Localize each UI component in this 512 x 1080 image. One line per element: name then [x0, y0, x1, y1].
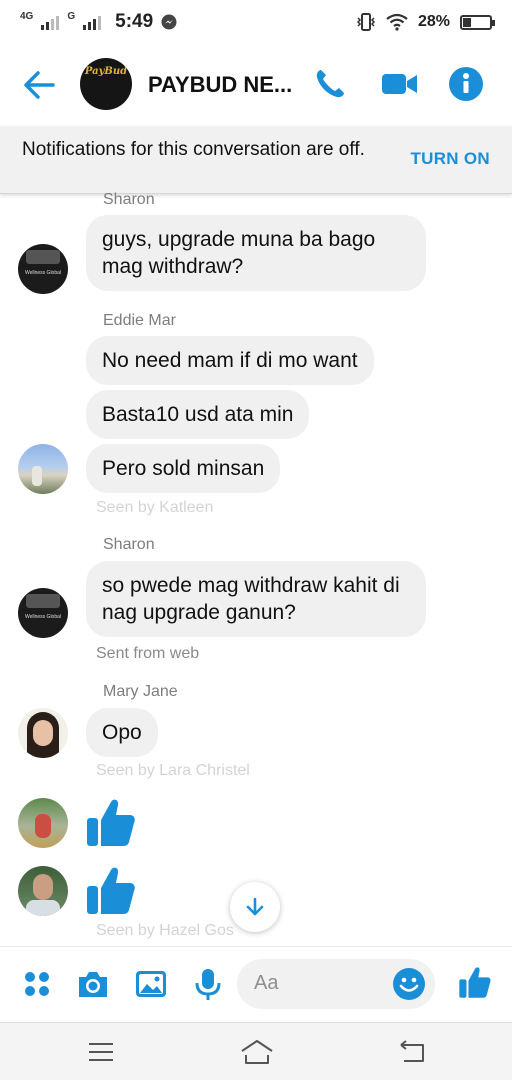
thumbs-up-icon[interactable]: [86, 796, 136, 848]
message-bubble[interactable]: No need mam if di mo want: [86, 336, 374, 385]
thumbs-up-icon[interactable]: [458, 965, 492, 999]
message-bubble[interactable]: so pwede mag withdraw kahit di nag upgra…: [86, 561, 426, 637]
back-arrow-icon[interactable]: [22, 68, 56, 102]
seen-indicator: Seen by Lara Christel: [96, 762, 250, 779]
notifications-off-banner: Notifications for this conversation are …: [0, 126, 512, 194]
camera-icon[interactable]: [76, 967, 110, 1001]
sender-name: Eddie Mar: [103, 312, 176, 329]
video-camera-icon[interactable]: [381, 66, 419, 102]
avatar[interactable]: [18, 708, 68, 758]
turn-on-button[interactable]: TURN ON: [410, 149, 490, 169]
signal-icon-2: [83, 14, 102, 30]
avatar[interactable]: [18, 866, 68, 916]
battery-level: [463, 17, 471, 27]
message-composer: Aa: [0, 946, 512, 1022]
network-label-1: 4G: [20, 10, 34, 22]
avatar[interactable]: [18, 444, 68, 494]
message-bubble[interactable]: guys, upgrade muna ba bago mag withdraw?: [86, 215, 426, 291]
avatar-figure: [32, 466, 42, 486]
back-icon[interactable]: [398, 1039, 426, 1065]
avatar-caption: Wellness Global: [24, 270, 62, 276]
seen-indicator: Seen by Katleen: [96, 499, 214, 516]
vibrate-icon: [356, 13, 376, 31]
battery-icon: [460, 14, 495, 30]
avatar-figure: [35, 814, 51, 838]
emoji-icon[interactable]: [392, 967, 426, 1001]
messenger-status-icon: [161, 14, 177, 30]
microphone-icon[interactable]: [191, 967, 225, 1001]
avatar-caption: Wellness Global: [24, 614, 62, 620]
avatar[interactable]: [18, 798, 68, 848]
message-bubble[interactable]: Opo: [86, 708, 158, 757]
group-logo-text: PayBud: [84, 66, 128, 77]
avatar-image: [26, 250, 60, 264]
seen-indicator: Seen by Hazel Gos: [96, 922, 234, 939]
sender-name: Sharon: [103, 536, 155, 553]
battery-percent: 28%: [417, 13, 450, 30]
gallery-icon[interactable]: [134, 967, 168, 1001]
conversation-header: PayBud PAYBUD NE...: [0, 44, 512, 126]
sent-from-web-label: Sent from web: [96, 645, 200, 662]
avatar-face: [33, 720, 53, 746]
wifi-icon: [386, 13, 408, 31]
apps-grid-icon[interactable]: [20, 967, 54, 1001]
avatar-face: [33, 874, 53, 900]
thumbs-up-icon[interactable]: [86, 864, 136, 916]
phone-icon[interactable]: [312, 66, 348, 102]
network-label-2: G: [67, 10, 76, 22]
info-icon[interactable]: [448, 66, 484, 102]
system-nav-bar: [0, 1022, 512, 1080]
input-placeholder: Aa: [254, 972, 279, 994]
status-left: 4G G 5:49: [20, 11, 177, 33]
message-bubble[interactable]: Pero sold minsan: [86, 444, 281, 493]
avatar[interactable]: Wellness Global: [18, 244, 68, 294]
notice-text: Notifications for this conversation are …: [22, 139, 365, 160]
avatar[interactable]: Wellness Global: [18, 588, 68, 638]
message-bubble[interactable]: Basta10 usd ata min: [86, 390, 310, 439]
group-avatar[interactable]: PayBud: [80, 58, 132, 110]
conversation-title[interactable]: PAYBUD NE...: [148, 72, 292, 98]
scroll-to-bottom-button[interactable]: [230, 882, 280, 932]
sender-name: Sharon: [103, 191, 155, 208]
signal-icon: [41, 14, 60, 30]
home-icon[interactable]: [240, 1039, 274, 1065]
avatar-image: [26, 594, 60, 608]
menu-icon[interactable]: [87, 1039, 115, 1065]
status-bar: 4G G 5:49 28%: [0, 0, 512, 44]
status-right: 28%: [356, 13, 495, 31]
sender-name: Mary Jane: [103, 683, 178, 700]
clock: 5:49: [115, 11, 154, 32]
arrow-down-icon: [246, 897, 264, 916]
avatar-shirt: [26, 900, 60, 916]
